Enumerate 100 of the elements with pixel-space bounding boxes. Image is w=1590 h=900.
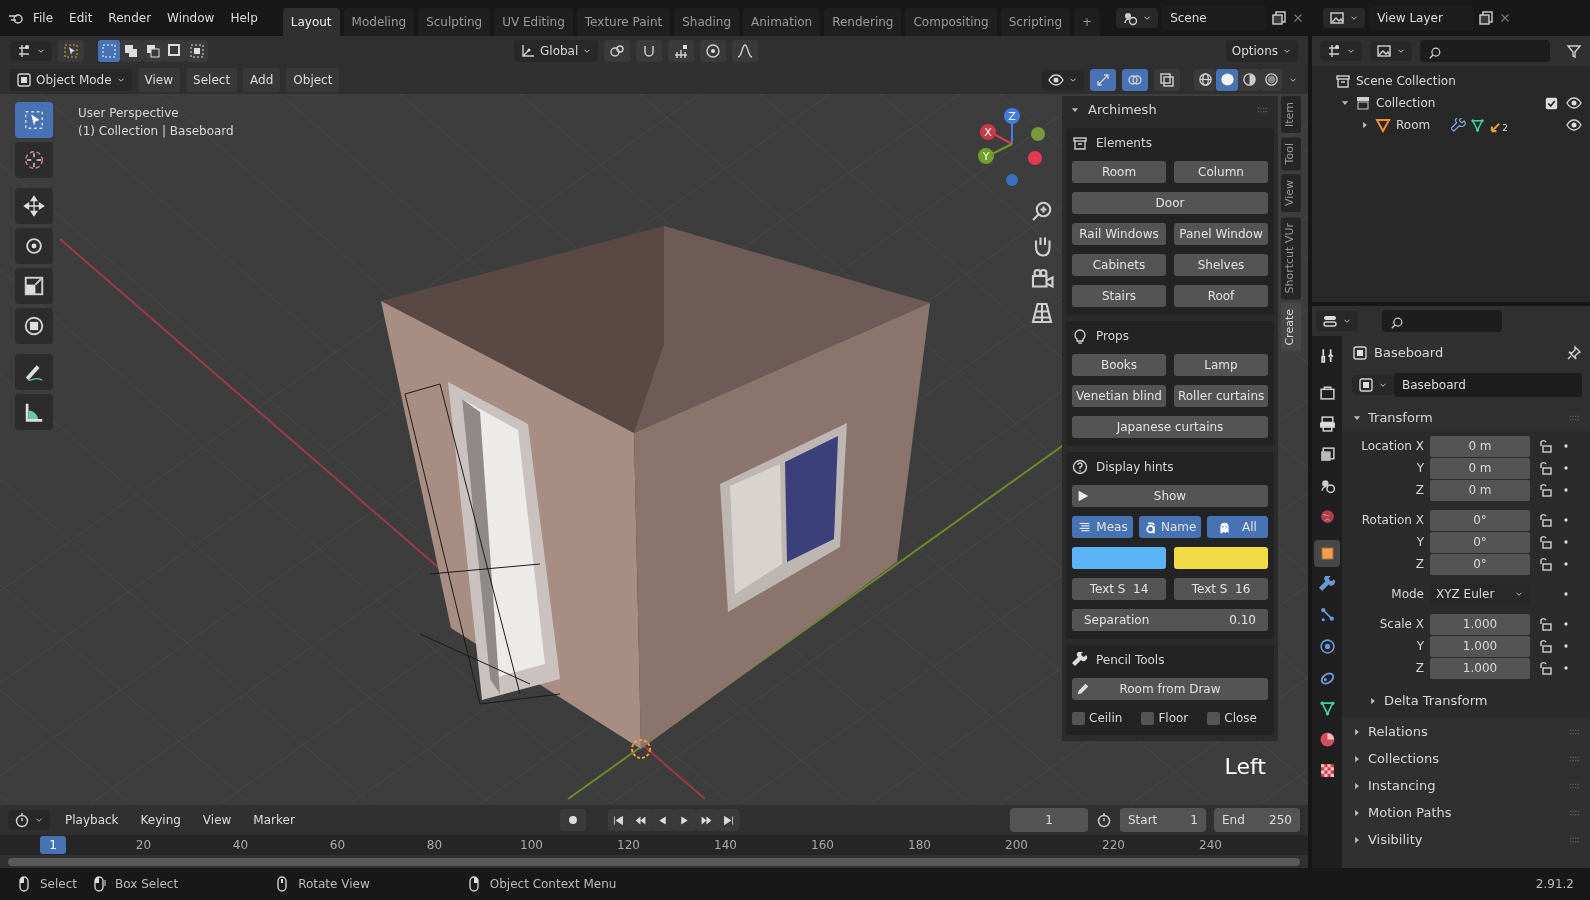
viewport-menu[interactable]: Add	[243, 67, 281, 92]
sidebar-button[interactable]: Cabinets	[1072, 254, 1166, 276]
sidebar-button[interactable]: Panel Window	[1174, 223, 1268, 245]
editor-type-button[interactable]	[10, 40, 52, 61]
sidebar-button[interactable]: Shelves	[1174, 254, 1268, 276]
show-button[interactable]: Show	[1072, 485, 1268, 507]
search-field[interactable]	[1382, 310, 1502, 332]
record-button[interactable]	[559, 809, 586, 831]
number-field[interactable]: Text S 16	[1174, 578, 1268, 600]
checkbox[interactable]: Floor	[1141, 709, 1200, 727]
sidebar-button[interactable]: Japanese curtains	[1072, 416, 1268, 438]
material-shading-button[interactable]	[1238, 68, 1260, 91]
subpanel-title[interactable]: Delta Transform	[1384, 690, 1488, 711]
number-field[interactable]: 0°	[1430, 531, 1530, 553]
proportional-toggle[interactable]	[700, 39, 727, 62]
number-field[interactable]: 0 m	[1430, 479, 1530, 501]
perspective-grid-icon[interactable]	[1030, 301, 1054, 325]
color-swatch[interactable]	[1072, 547, 1166, 569]
sidebar-tab[interactable]: Item	[1281, 96, 1301, 134]
zoom-icon[interactable]	[1030, 199, 1054, 223]
scene-selector[interactable]	[1116, 8, 1159, 28]
stopwatch-icon[interactable]	[1096, 812, 1112, 828]
jump-end-button[interactable]	[717, 809, 740, 831]
navigation-gizmo[interactable]: Z X Y	[970, 104, 1054, 194]
number-field[interactable]: 1.000	[1430, 657, 1530, 679]
menu-item[interactable]: File	[26, 6, 61, 30]
sidebar-button[interactable]: Lamp	[1174, 354, 1268, 376]
copy-icon[interactable]	[1478, 10, 1495, 26]
timeline-dropdown[interactable]: Keying	[133, 808, 188, 832]
display-mode-dropdown[interactable]	[1320, 41, 1362, 61]
cursor-tool-button[interactable]	[15, 142, 53, 178]
sidebar-tab[interactable]: Tool	[1281, 137, 1301, 171]
add-workspace-button[interactable]: +	[1074, 8, 1101, 36]
number-field[interactable]: 1.000	[1430, 635, 1530, 657]
wireframe-shading-button[interactable]	[1194, 68, 1216, 91]
overlay-toggle[interactable]	[1122, 68, 1148, 91]
sidebar-button[interactable]: Books	[1072, 354, 1166, 376]
mode-dropdown[interactable]: Object Mode	[10, 68, 132, 91]
timeline-menu[interactable]: Marker	[246, 808, 302, 832]
view-layer-selector[interactable]	[1323, 8, 1366, 28]
checkbox[interactable]	[1545, 96, 1558, 110]
xray-toggle[interactable]	[1154, 68, 1180, 91]
number-field[interactable]: 0°	[1430, 509, 1530, 531]
copy-icon[interactable]	[1271, 10, 1288, 26]
object-name-field[interactable]: Baseboard	[1394, 373, 1582, 397]
panel-title[interactable]: Motion Paths	[1368, 802, 1452, 823]
menu-item[interactable]: Render	[101, 6, 159, 30]
scene-name-field[interactable]: Scene	[1162, 6, 1268, 30]
move-tool-button[interactable]	[15, 188, 53, 224]
view-layer-name-field[interactable]: View Layer	[1369, 6, 1475, 30]
gizmo-toggle[interactable]	[1090, 68, 1116, 91]
start-frame-field[interactable]: Start 1	[1120, 808, 1206, 832]
annotate-tool-button[interactable]	[15, 354, 53, 390]
camera-icon[interactable]	[1030, 267, 1054, 291]
panel-title[interactable]: Relations	[1368, 721, 1428, 742]
workspace-tab[interactable]: UV Editing	[494, 8, 573, 36]
workspace-tab[interactable]: Sculpting	[418, 8, 491, 36]
object-type-dropdown[interactable]	[1352, 375, 1394, 395]
editor-type-button[interactable]	[1316, 311, 1358, 331]
workspace-tab[interactable]: Animation	[743, 8, 821, 36]
sidebar-button[interactable]: Door	[1072, 192, 1268, 214]
menu-item[interactable]: Help	[223, 6, 265, 30]
scale-tool-button[interactable]	[15, 268, 53, 304]
checkbox[interactable]: Close	[1207, 709, 1268, 727]
workspace-tab[interactable]: Texture Paint	[576, 8, 671, 36]
sidebar-button[interactable]: Rail Windows	[1072, 223, 1166, 245]
transform-tool-button[interactable]	[15, 308, 53, 344]
viewport-menu[interactable]: Object	[286, 67, 340, 92]
sidebar-tab[interactable]: View	[1281, 174, 1301, 213]
workspace-tab[interactable]: Scripting	[1000, 8, 1071, 36]
filter-icon[interactable]	[1566, 43, 1582, 59]
sidebar-button[interactable]: Roller curtains	[1173, 385, 1269, 407]
room-from-draw-button[interactable]: Room from Draw	[1072, 678, 1268, 700]
timeline-menu[interactable]: View	[195, 808, 239, 832]
search-field[interactable]	[1420, 40, 1550, 62]
orientation-dropdown[interactable]: Global	[514, 39, 599, 62]
select-mode-button[interactable]	[186, 39, 208, 62]
pin-icon[interactable]	[1566, 345, 1582, 361]
sidebar-button[interactable]: Stairs	[1072, 285, 1166, 307]
pivot-dropdown[interactable]	[604, 39, 631, 62]
outliner-item[interactable]: Scene Collection	[1356, 72, 1456, 90]
measure-tool-button[interactable]	[15, 394, 53, 430]
workspace-tab[interactable]: Compositing	[905, 8, 997, 36]
number-field[interactable]: Text S 14	[1072, 578, 1166, 600]
mesh-data-icon[interactable]	[1470, 117, 1486, 133]
select-mode-button[interactable]	[120, 39, 142, 62]
number-field[interactable]: 1.000	[1430, 613, 1530, 635]
panel-title[interactable]: Collections	[1368, 748, 1440, 769]
workspace-tab[interactable]: Rendering	[824, 8, 902, 36]
mode-dropdown[interactable]: XYZ Euler	[1430, 583, 1530, 605]
eye-icon[interactable]	[1566, 117, 1582, 133]
sidebar-button[interactable]: Column	[1174, 161, 1268, 183]
filter-mode-dropdown[interactable]	[1370, 41, 1412, 61]
workspace-tab[interactable]: Modeling	[343, 8, 415, 36]
hint-toggle[interactable]: All	[1206, 516, 1268, 538]
viewport-menu[interactable]: View	[137, 67, 181, 92]
hint-toggle[interactable]: Meas	[1072, 516, 1134, 538]
visibility-dropdown[interactable]	[1042, 69, 1084, 90]
outliner-item[interactable]: Collection	[1376, 94, 1436, 112]
sidebar-button[interactable]: Roof	[1174, 285, 1268, 307]
